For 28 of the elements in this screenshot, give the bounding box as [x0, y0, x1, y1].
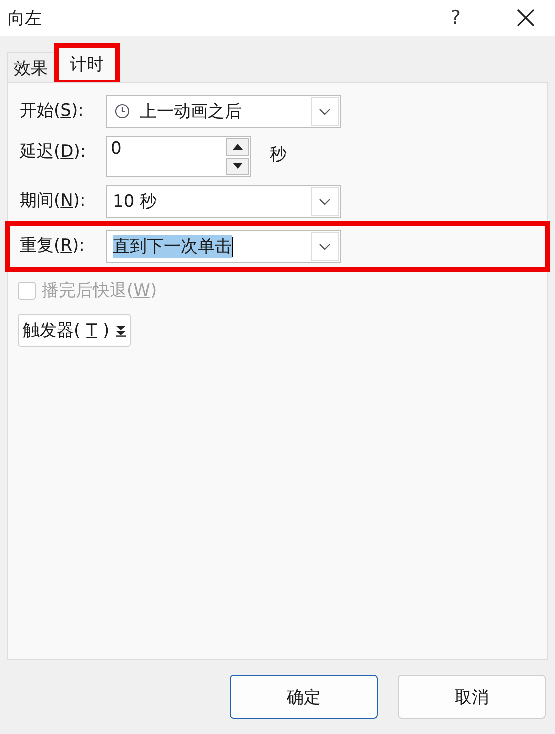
- tab[interactable]: 计时: [57, 46, 117, 82]
- field-value: 0: [110, 138, 123, 161]
- checkbox-label: 播完后快退(W): [42, 280, 158, 302]
- dropdown[interactable]: 直到下一次单击: [106, 230, 341, 263]
- ok-button[interactable]: 确定: [230, 675, 378, 719]
- unit-label: 秒: [270, 144, 287, 167]
- clock-icon: [115, 104, 130, 119]
- down-triangle-icon: [232, 163, 242, 170]
- field-label: 开始(S):: [20, 100, 85, 123]
- dropdown-value: 直到下一次单击: [113, 235, 232, 258]
- dropdown[interactable]: 上一动画之后: [106, 95, 341, 128]
- number-field[interactable]: 0: [106, 136, 251, 177]
- close-icon[interactable]: [517, 9, 535, 27]
- trigger-button[interactable]: 触发器( T ): [18, 314, 131, 347]
- field-label: 延迟(D):: [20, 141, 88, 164]
- field-label: 期间(N):: [20, 190, 87, 213]
- dropdown-value: 上一动画之后: [140, 101, 242, 123]
- up-triangle-icon: [232, 144, 242, 150]
- dropdown[interactable]: 10 秒: [106, 185, 341, 218]
- tab[interactable]: 效果: [7, 52, 55, 82]
- spin-down-button[interactable]: [226, 158, 249, 175]
- dropdown-value: 10 秒: [113, 191, 158, 213]
- double-arrow-icon: [116, 324, 126, 336]
- cancel-button[interactable]: 取消: [398, 675, 546, 719]
- help-button[interactable]: ?: [450, 7, 461, 29]
- spin-up-button[interactable]: [226, 138, 249, 156]
- field-label: 重复(R):: [20, 235, 86, 258]
- window-title: 向左: [8, 8, 43, 30]
